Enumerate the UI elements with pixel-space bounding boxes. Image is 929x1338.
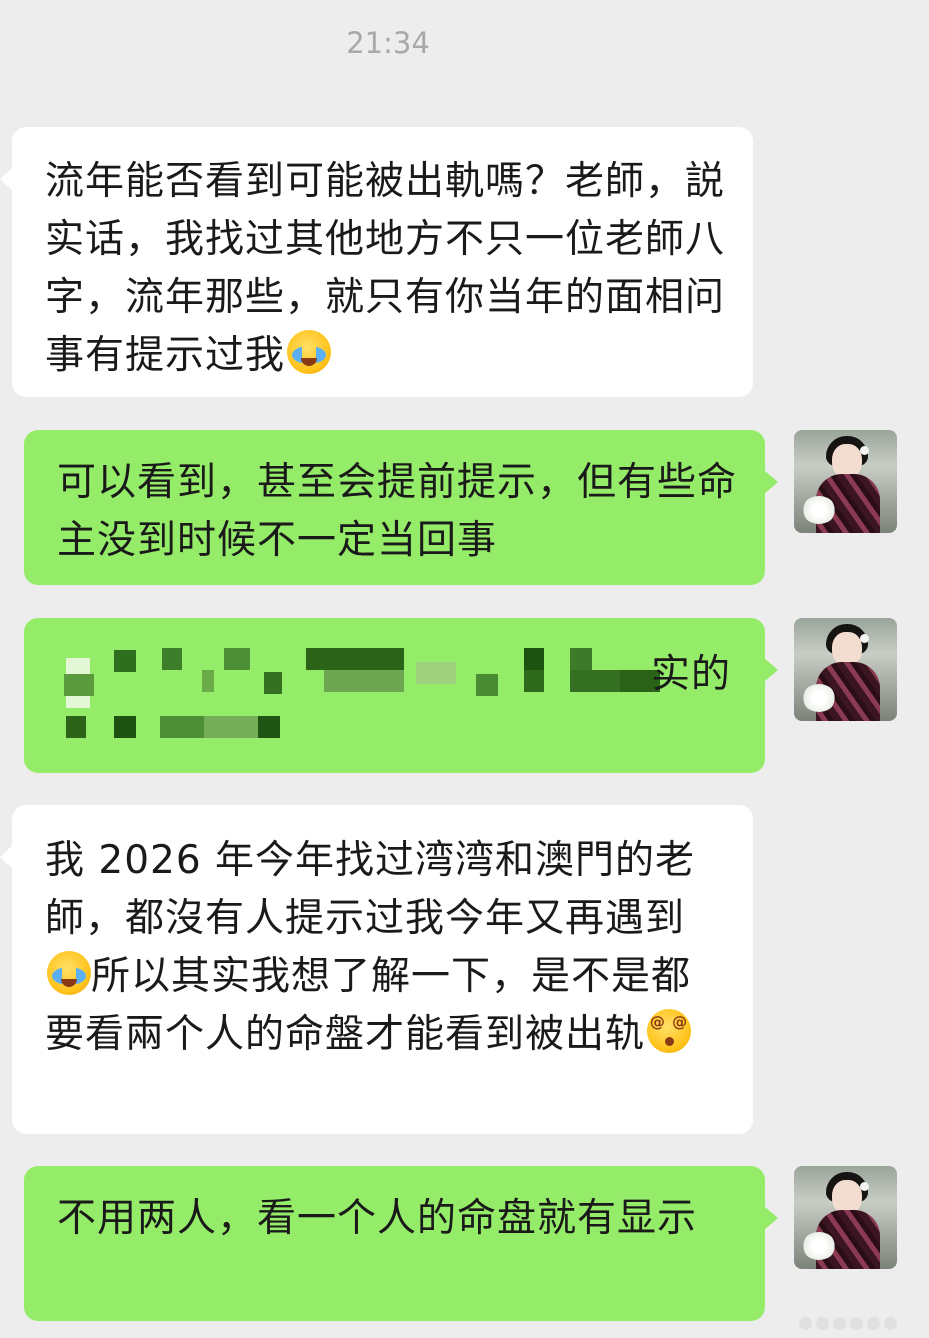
message-text: 我 2026 年今年找过湾湾和澳門的老師，都沒有人提示过我今年又再遇到: [45, 838, 696, 941]
dizzy-face-emoji-icon: [647, 1009, 692, 1053]
incoming-message-bubble[interactable]: 流年能否看到可能被出軌嗎？老師，説实话，我找过其他地方不只一位老師八字，流年那些…: [0, 127, 753, 397]
crying-face-emoji-icon: [47, 951, 91, 995]
watermark: [799, 1312, 919, 1334]
message-timestamp: 21:34: [346, 26, 430, 60]
crying-face-emoji-icon: [287, 330, 332, 374]
user-avatar[interactable]: [794, 1166, 897, 1269]
message-text-visible-fragment: 实的: [650, 652, 731, 697]
message-text: 不用两人，看一个人的命盘就有显示: [57, 1196, 698, 1241]
outgoing-message-bubble[interactable]: 不用两人，看一个人的命盘就有显示: [24, 1166, 778, 1321]
message-text: 可以看到，甚至会提前提示，但有些命主没到时候不一定当回事: [57, 460, 738, 563]
user-avatar[interactable]: [794, 618, 897, 721]
message-text: 流年能否看到可能被出軌嗎？老師，説实话，我找过其他地方不只一位老師八字，流年那些…: [45, 159, 726, 378]
message-text: 所以其实我想了解一下，是不是都要看兩个人的命盤才能看到被出轨: [45, 954, 692, 1057]
outgoing-message-bubble[interactable]: 可以看到，甚至会提前提示，但有些命主没到时候不一定当回事: [24, 430, 778, 585]
outgoing-message-bubble-censored[interactable]: 实的: [24, 618, 778, 773]
incoming-message-bubble[interactable]: 我 2026 年今年找过湾湾和澳門的老師，都沒有人提示过我今年又再遇到所以其实我…: [0, 805, 753, 1134]
user-avatar[interactable]: [794, 430, 897, 533]
